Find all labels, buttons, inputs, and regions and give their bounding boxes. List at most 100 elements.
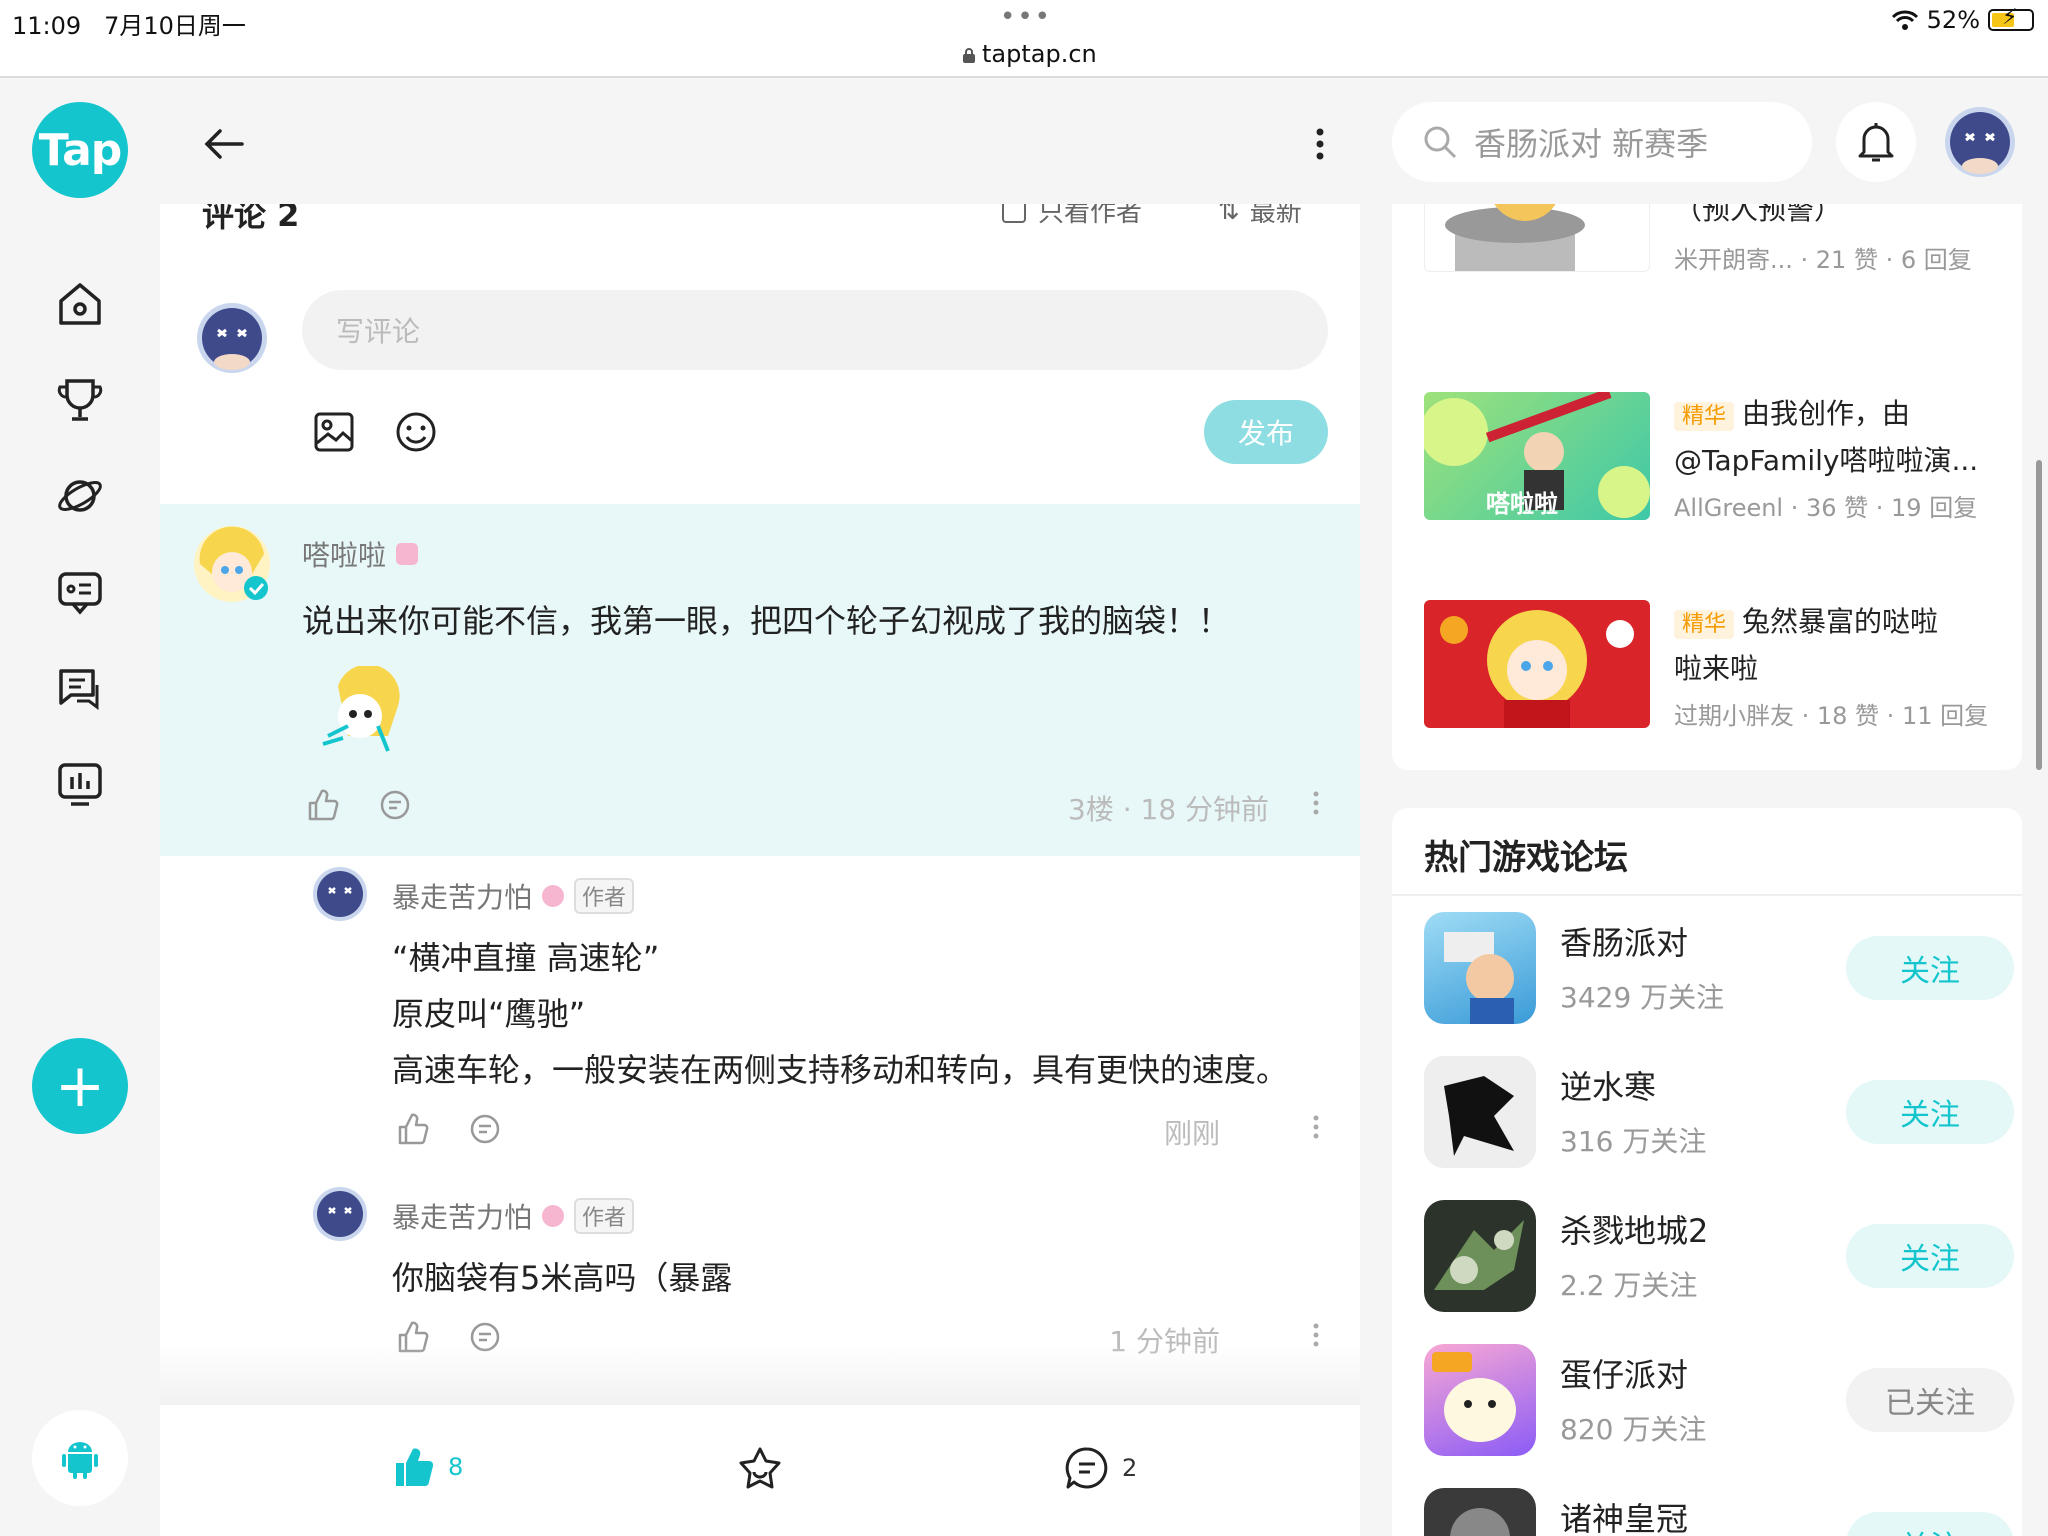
reply-icon[interactable] (378, 788, 412, 822)
status-time: 11:09 7月10日周一 (12, 12, 246, 40)
like-icon[interactable] (396, 1112, 430, 1146)
bottom-fade (160, 1344, 1360, 1404)
reply-author-name[interactable]: 暴走苦力怕 作者 (392, 876, 635, 916)
game-followers: 3429 万关注 (1560, 981, 1725, 1014)
reply-avatar[interactable] (312, 866, 368, 922)
post-title: 精华 由我创作，由 @TapFamily嗒啦啦演... (1674, 397, 1979, 477)
game-icon (1424, 1344, 1536, 1456)
forum-item[interactable]: 诸神皇冠 关注 (1424, 1488, 2014, 1536)
related-post[interactable]: 嗒啦啦 精华 由我创作，由 @TapFamily嗒啦啦演... AllGreenl … (1424, 392, 2004, 522)
chat-icon[interactable] (52, 660, 108, 716)
post-meta: 米开朗寄... · 21 赞 · 6 回复 (1674, 246, 1972, 274)
status-bar: 11:09 7月10日周一 ••• taptap.cn 52% ⚡ (0, 0, 2048, 78)
comment-meta: 3楼 · 18 分钟前 (1068, 793, 1270, 826)
commenter-name[interactable]: 嗒啦啦 (302, 534, 419, 574)
forums-title: 热门游戏论坛 (1424, 838, 1628, 878)
android-download-button[interactable] (32, 1410, 128, 1506)
sort-icon: ⇅ (1218, 204, 1240, 226)
forum-item[interactable]: 杀戮地城2 2.2 万关注 关注 (1424, 1200, 2014, 1312)
user-avatar[interactable] (1944, 106, 2016, 178)
status-indicators: 52% ⚡ (1891, 5, 2034, 34)
message-card-icon[interactable] (52, 564, 108, 620)
follow-button[interactable]: 关注 (1846, 936, 2014, 1000)
essence-tag: 精华 (1674, 402, 1735, 431)
search-icon (1424, 126, 1457, 159)
thumb-caption: 嗒啦啦 (1486, 490, 1558, 518)
create-post-button[interactable]: + (32, 1038, 128, 1134)
more-options-icon[interactable] (1310, 124, 1330, 164)
follow-button[interactable]: 关注 (1846, 1080, 2014, 1144)
comments-panel: 评论 2 只看作者 ⇅ 最新 写评论 发布 嗒啦啦 说出来你可能不信，我第一眼，… (160, 204, 1360, 1536)
post-meta: AllGreenl · 36 赞 · 19 回复 (1674, 494, 1978, 522)
commenter-avatar[interactable] (192, 524, 272, 604)
post-title: 精华 兔然暴富的哒啦 啦来啦 (1674, 605, 1939, 685)
checkbox-icon (1002, 204, 1026, 223)
comment-bubble-icon (1065, 1447, 1108, 1489)
forum-item[interactable]: 逆水寒 316 万关注 关注 (1424, 1056, 2014, 1168)
game-name: 杀戮地城2 (1560, 1212, 1709, 1250)
game-followers: 316 万关注 (1560, 1125, 1707, 1158)
post-thumbnail (1424, 600, 1650, 728)
more-icon[interactable] (1310, 1112, 1322, 1142)
scrollbar[interactable] (2036, 460, 2042, 770)
like-post-button[interactable]: 8 (392, 1445, 463, 1489)
level-badge-icon (542, 885, 565, 907)
home-icon[interactable] (52, 276, 108, 332)
following-button[interactable]: 已关注 (1846, 1368, 2014, 1432)
post-meta: 过期小胖友 · 18 赞 · 11 回复 (1674, 702, 1989, 730)
more-icon[interactable] (1310, 788, 1322, 818)
publish-button[interactable]: 发布 (1204, 400, 1328, 464)
my-avatar (197, 303, 267, 373)
image-icon[interactable] (312, 410, 356, 454)
level-badge-icon (542, 1205, 565, 1227)
game-name: 香肠派对 (1560, 924, 1689, 962)
reply-author-name[interactable]: 暴走苦力怕 作者 (392, 1196, 635, 1236)
comment-input[interactable]: 写评论 (302, 290, 1328, 370)
sort-toggle[interactable]: ⇅ 最新 (1218, 204, 1302, 229)
browser-menu-dots[interactable]: ••• (1000, 2, 1052, 32)
comments-header: 评论 2 (202, 204, 300, 234)
essence-tag: 精华 (1674, 610, 1735, 639)
taptap-logo[interactable]: Tap (32, 102, 128, 198)
comment-item: 嗒啦啦 说出来你可能不信，我第一眼，把四个轮子幻视成了我的脑袋！！ 3楼 · 1… (160, 504, 1360, 856)
related-post[interactable]: Skibidi Toilet Tarara（预人预警） 米开朗寄... · 21… (1424, 204, 2004, 274)
follow-button[interactable]: 关注 (1846, 1224, 2014, 1288)
planet-icon[interactable] (52, 468, 108, 524)
related-posts-card: Skibidi Toilet Tarara（预人预警） 米开朗寄... · 21… (1392, 204, 2022, 770)
battery-percent: 52% (1926, 6, 1980, 34)
comment-count-button[interactable]: 2 (1064, 1445, 1137, 1491)
battery-icon: ⚡ (1988, 5, 2034, 31)
notifications-button[interactable] (1836, 102, 1916, 182)
stats-icon[interactable] (52, 756, 108, 812)
lock-icon (963, 48, 975, 63)
author-tag: 作者 (574, 1198, 635, 1234)
reply-avatar[interactable] (312, 1186, 368, 1242)
trophy-icon[interactable] (52, 372, 108, 428)
forum-item[interactable]: 香肠派对 3429 万关注 关注 (1424, 912, 2014, 1024)
favorite-button[interactable] (736, 1445, 784, 1493)
related-post[interactable]: 精华 兔然暴富的哒啦 啦来啦 过期小胖友 · 18 赞 · 11 回复 (1424, 600, 2004, 730)
reply-text: “横冲直撞 高速轮” 原皮叫“鹰驰” 高速车轮，一般安装在两侧支持移动和转向，具… (392, 939, 1289, 1089)
search-placeholder: 香肠派对 新赛季 (1474, 125, 1709, 163)
game-icon (1424, 1488, 1536, 1536)
bell-icon (1858, 123, 1894, 162)
wifi-icon (1891, 10, 1918, 30)
game-icon (1424, 1056, 1536, 1168)
post-title: Skibidi Toilet Tarara（预人预警） (1674, 204, 1843, 226)
reply-icon[interactable] (468, 1112, 502, 1146)
emoji-icon[interactable] (394, 410, 438, 454)
back-arrow-icon[interactable] (200, 120, 248, 168)
search-box[interactable]: 香肠派对 新赛季 (1392, 102, 1812, 182)
like-icon[interactable] (306, 788, 340, 822)
post-thumbnail: 嗒啦啦 (1424, 392, 1650, 520)
divider (1392, 894, 2022, 896)
reply-text: 你脑袋有5米高吗（暴露 (392, 1259, 733, 1297)
forum-item[interactable]: 蛋仔派对 820 万关注 已关注 (1424, 1344, 2014, 1456)
post-action-bar: 8 2 (160, 1404, 1360, 1536)
level-badge-icon (396, 543, 419, 565)
only-author-filter[interactable]: 只看作者 (1002, 204, 1142, 229)
top-bar (160, 80, 1368, 204)
address-bar[interactable]: taptap.cn (962, 40, 1097, 68)
game-name: 蛋仔派对 (1560, 1356, 1689, 1394)
follow-button[interactable]: 关注 (1846, 1512, 2014, 1536)
